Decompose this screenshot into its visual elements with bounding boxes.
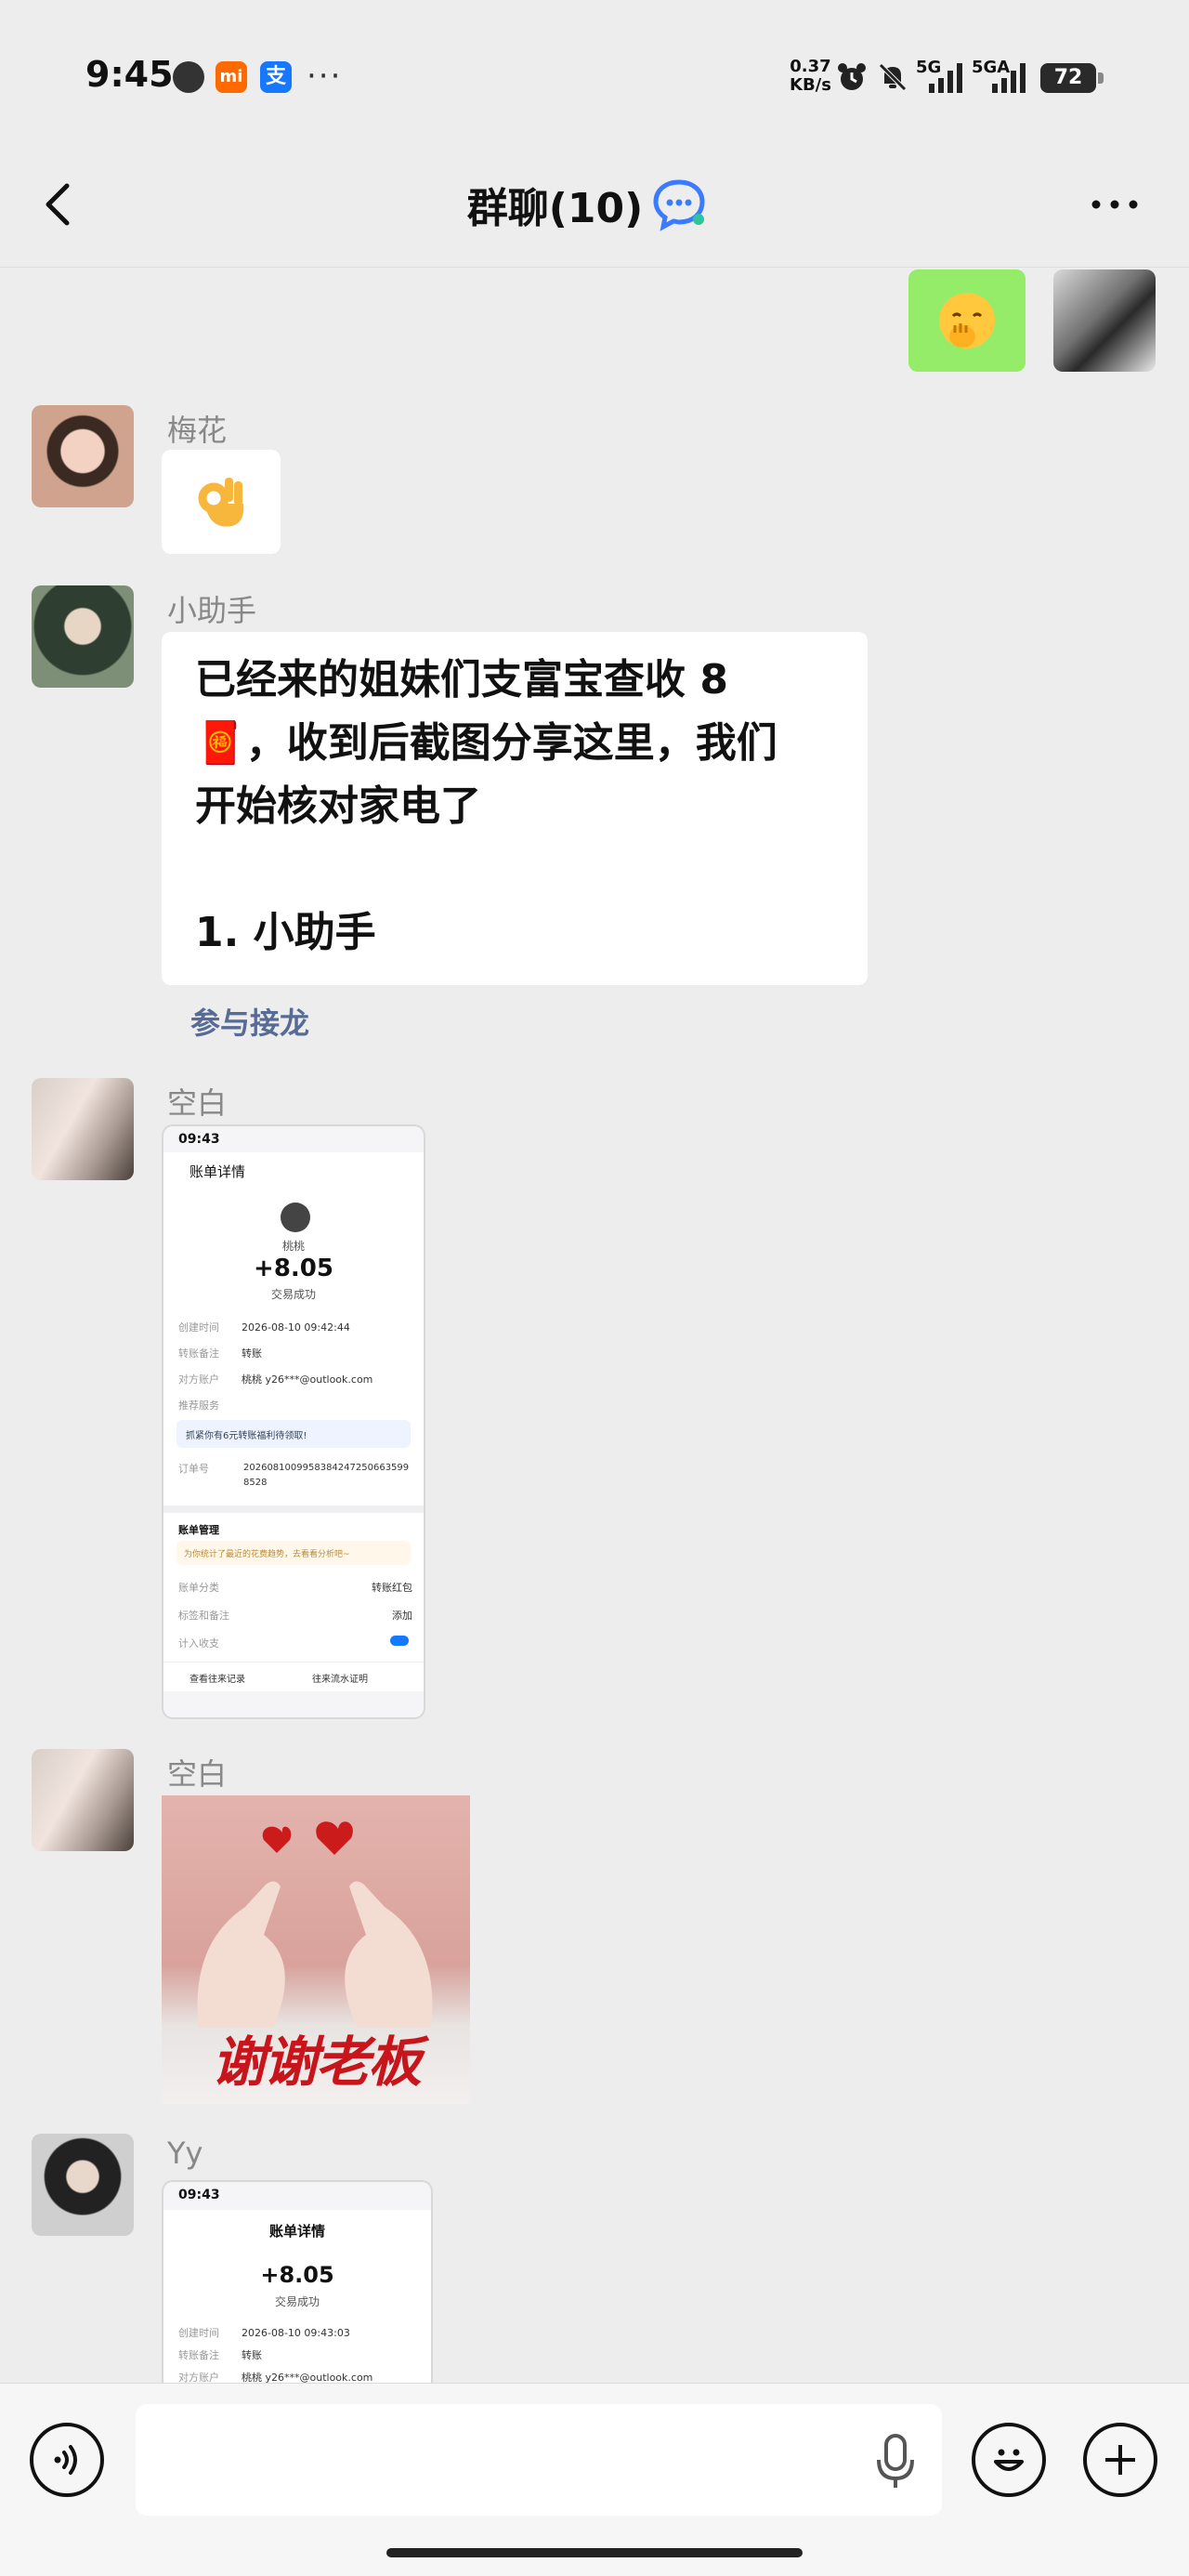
alarm-icon [838,63,866,90]
mute-bell-icon [879,63,907,91]
receipt-header-title: 账单详情 [268,2223,325,2240]
signal-icon [929,63,962,93]
message-bubble[interactable]: 已经来的姐妹们支富宝查收 8 🧧，收到后截图分享这里，我们 开始核对家电了 1.… [162,632,868,985]
battery-icon: 72 [1040,63,1096,93]
network-speed-value: 0.37 [790,57,831,76]
image-message-sticker[interactable]: 谢谢老板 [162,1795,470,2104]
receipt-row: 对方账户 桃桃 y26***@outlook.com [178,2372,373,2383]
footer-right: 往来流水证明 [312,1675,368,1685]
self-message-bubble[interactable] [908,269,1026,372]
receipt-status: 交易成功 [270,1288,316,1301]
sender-name: Yy [167,2136,203,2171]
mi-app-icon: mi [216,61,247,93]
divider [163,1505,424,1513]
receipt-row: 标签和备注 添加 [178,1610,412,1622]
receipt-row: 创建时间 2026-08-10 09:43:03 [178,2327,350,2339]
sender-avatar-kongbai[interactable] [32,1749,134,1851]
receipt-status-time: 09:43 [178,1132,220,1147]
bill-tip: 为你统计了最近的花费趋势，去看看分析吧~ [176,1541,411,1565]
clock-app-icon [173,61,204,93]
battery-tip [1098,72,1104,84]
more-icon[interactable] [1087,186,1143,223]
chat-header: 群聊(10) [0,149,1189,268]
more-notifications-icon: ··· [307,58,343,95]
image-message-receipt-2[interactable]: 09:43 账单详情 +8.05 交易成功 创建时间 2026-08-10 09:… [162,2180,433,2383]
emoji-icon[interactable] [972,2423,1046,2497]
receipt-amount: +8.05 [254,1255,333,1282]
sender-name: 梅花 [167,413,228,448]
self-avatar[interactable] [1053,269,1156,372]
divider [163,1662,424,1663]
sender-name: 小助手 [167,593,257,628]
alipay-app-icon: 支 [260,61,292,93]
voice-icon[interactable] [30,2423,104,2497]
home-indicator[interactable] [386,2548,803,2557]
receipt-card: 桃桃 +8.05 交易成功 创建时间 2026-08-10 09:42:44 转账… [163,1189,424,1691]
receipt-row: 转账备注 转账 [178,1347,262,1360]
signal-icon-2 [992,63,1026,93]
image-message-receipt[interactable]: 09:43 账单详情 桃桃 +8.05 交易成功 创建时间 2026-08-10 … [162,1124,425,1719]
network-speed: 0.37 KB/s [790,58,831,95]
shushing-face-emoji [939,293,995,348]
page-title: 群聊(10) [466,185,644,232]
sender-name: 空白 [167,1756,228,1792]
join-relay-link[interactable]: 参与接龙 [190,1000,309,1043]
ok-hand-emoji [198,478,244,527]
receipt-status-time: 09:43 [178,2188,220,2202]
mic-icon[interactable] [873,2432,918,2491]
message-bubble[interactable] [162,450,281,554]
receipt-header: 账单详情 [163,1152,424,1189]
receipt-row: 对方账户 桃桃 y26***@outlook.com [178,1373,373,1386]
message-text: 已经来的姐妹们支富宝查收 8 🧧，收到后截图分享这里，我们 开始核对家电了 1.… [195,656,777,956]
input-bar [0,2383,1189,2576]
status-bar: 9:45 mi 支 ··· 0.37 KB/s 5G 5GA 72 [0,0,1189,149]
promo-banner: 抓紧你有6元转账福利待领取! [176,1420,411,1448]
receipt-status: 交易成功 [274,2295,320,2308]
receipt-card: 账单详情 +8.05 交易成功 创建时间 2026-08-10 09:43:03 … [163,2210,431,2383]
receipt-row: 创建时间 2026-08-10 09:42:44 [178,1321,350,1334]
receipt-row: 转账备注 转账 [178,2349,262,2361]
payer-avatar [281,1203,310,1232]
receipt-header-title: 账单详情 [189,1163,246,1180]
payer-name: 桃桃 [281,1240,305,1253]
status-time: 9:45 [85,54,174,95]
sender-avatar-assistant[interactable] [32,585,134,688]
toggle-icon [390,1636,409,1646]
receipt-row: 账单分类 转账红包 [178,1582,412,1594]
network-speed-unit: KB/s [790,75,831,95]
footer-left: 查看往来记录 [189,1675,245,1685]
message-list[interactable]: 梅花 小助手 已经来的姐妹们支富宝查收 8 🧧，收到后截图分享这里，我们 开始核… [0,268,1189,2383]
order-number: 20260810099583842472506635998528 [243,1463,410,1488]
sender-avatar-kongbai[interactable] [32,1078,134,1180]
bill-mgmt-title: 账单管理 [178,1524,219,1536]
receipt-row: 订单号 [178,1463,209,1475]
sender-name: 空白 [167,1085,228,1121]
receipt-row: 推荐服务 [178,1400,219,1412]
message-input[interactable] [136,2404,942,2516]
receipt-row: 计入收支 [178,1636,412,1650]
receipt-amount: +8.05 [260,2262,334,2288]
sender-avatar-meihua[interactable] [32,405,134,507]
sticker-caption: 谢谢老板 [211,2031,422,2094]
sender-avatar-yy[interactable] [32,2134,134,2236]
plus-icon[interactable] [1083,2423,1157,2497]
chat-bubble-icon[interactable] [650,175,708,232]
